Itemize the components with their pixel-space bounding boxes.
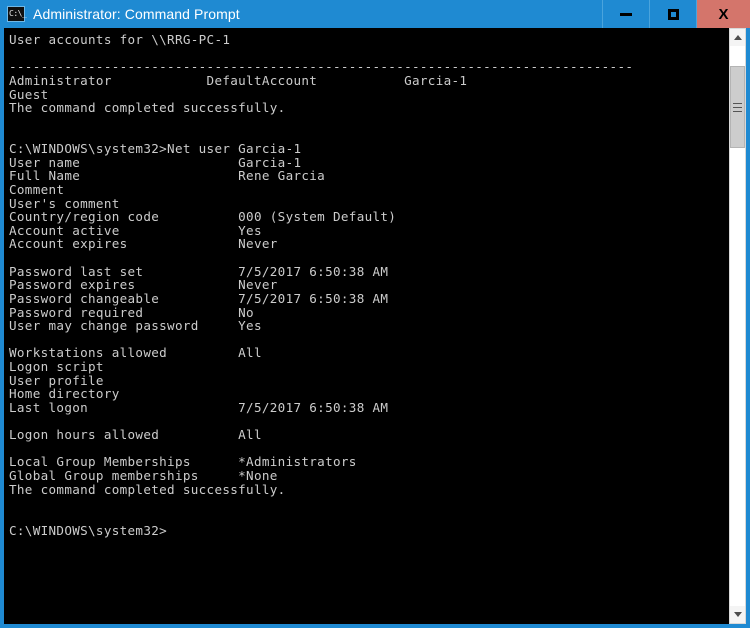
console-text: User accounts for \\RRG-PC-1 -----------… [9,32,634,538]
close-icon: X [718,5,729,23]
scrollbar-grip-line [733,110,742,112]
scrollbar-grip-line [733,106,742,108]
scrollbar-thumb[interactable] [730,66,745,148]
restore-icon [667,8,679,20]
console-output-area[interactable]: User accounts for \\RRG-PC-1 -----------… [4,28,729,624]
window-title: Administrator: Command Prompt [33,6,240,22]
restore-button[interactable] [649,0,696,28]
title-bar[interactable]: C:\_ Administrator: Command Prompt X [0,0,750,28]
scroll-down-arrow-icon [733,612,742,617]
scroll-up-button[interactable] [730,29,745,46]
scrollbar-track[interactable] [730,46,745,606]
cmd-icon[interactable]: C:\_ [7,6,27,22]
scroll-up-arrow-icon [733,35,742,40]
vertical-scrollbar[interactable] [729,28,746,624]
window-body: User accounts for \\RRG-PC-1 -----------… [0,28,750,628]
scrollbar-grip-line [733,102,742,104]
command-prompt-window: C:\_ Administrator: Command Prompt X Use… [0,0,750,628]
scroll-down-button[interactable] [730,606,745,623]
cmd-icon-glyph: C:\_ [9,9,27,18]
minimize-button[interactable] [602,0,649,28]
close-button[interactable]: X [696,0,750,28]
window-controls: X [602,0,750,28]
minimize-icon [620,12,632,16]
